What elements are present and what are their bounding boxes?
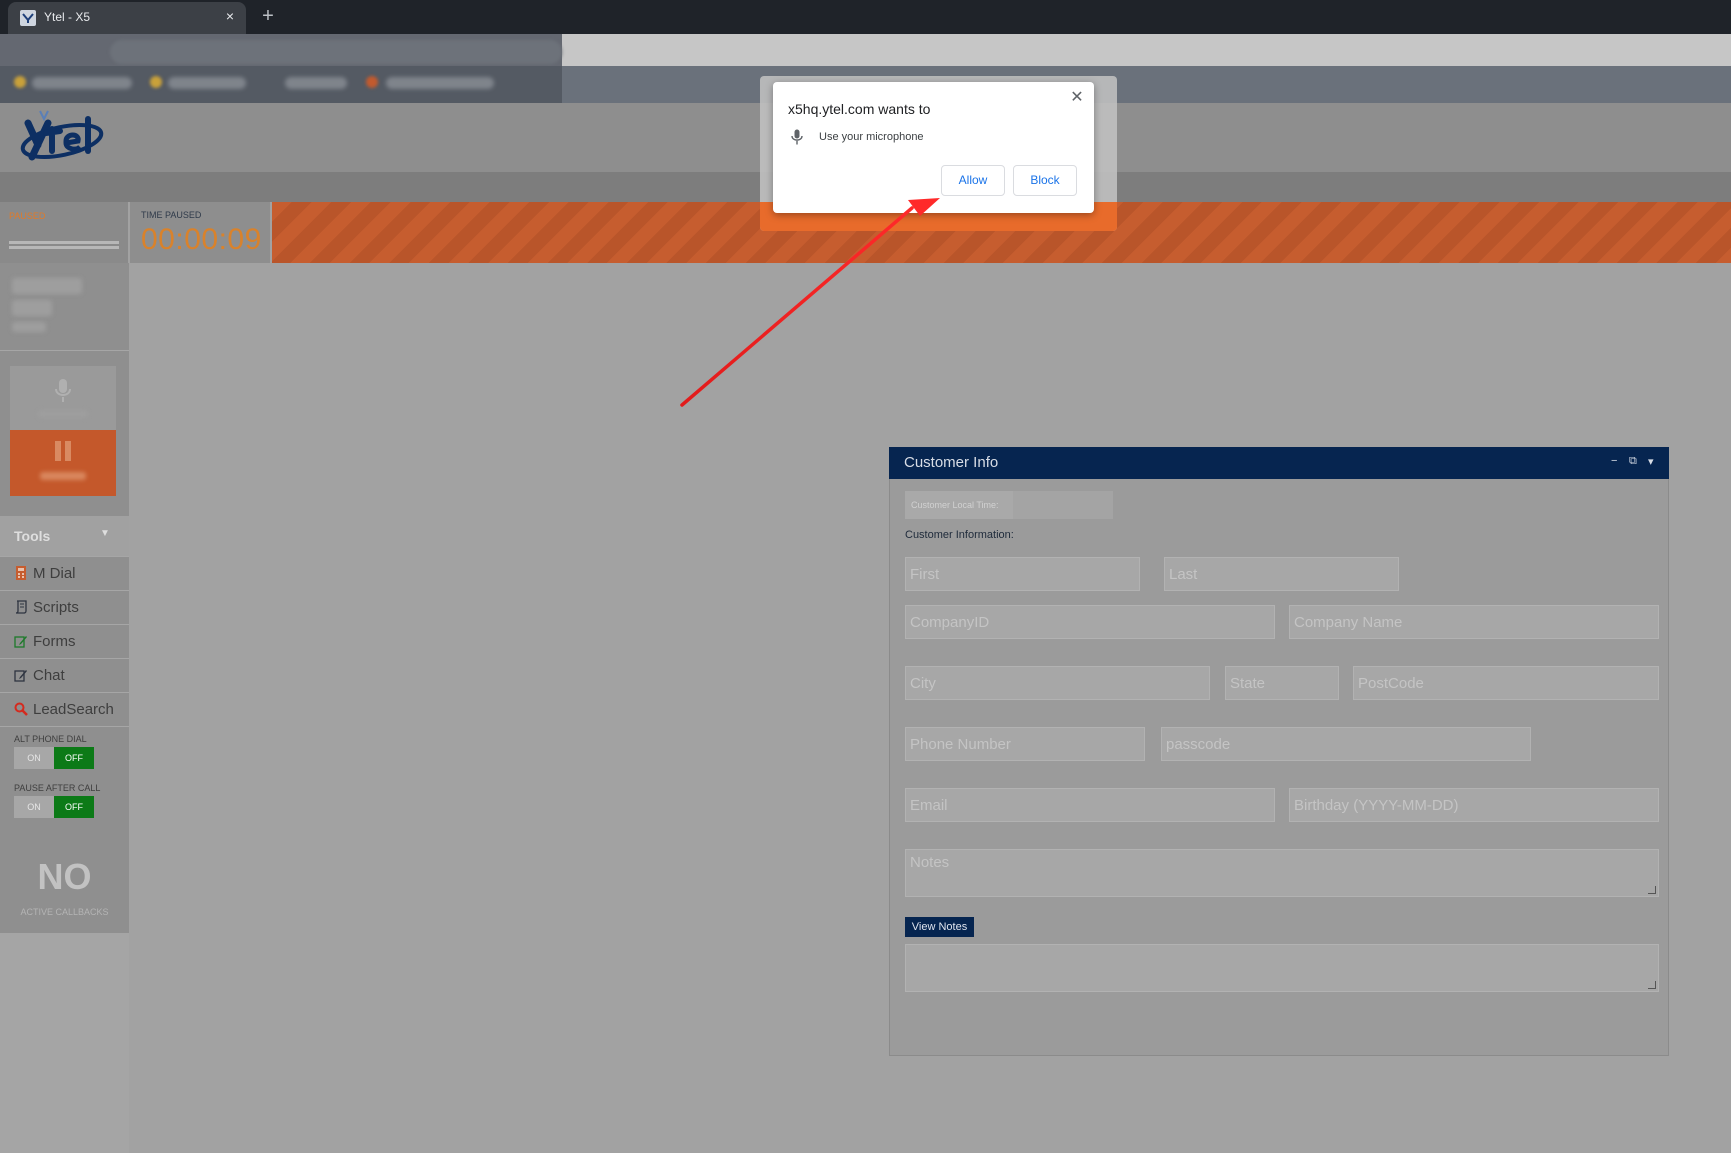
customer-information-label: Customer Information: [905, 529, 1014, 541]
resize-handle-icon[interactable] [1648, 886, 1656, 894]
sidebar-divider [0, 350, 129, 351]
sidebar-item-mdial[interactable]: M Dial [0, 556, 129, 590]
toggle-on-option[interactable]: ON [14, 796, 54, 818]
bookmark-favicon-icon [366, 76, 378, 88]
customer-info-title: Customer Info [904, 454, 999, 471]
sidebar-item-label: LeadSearch [33, 701, 114, 718]
chat-edit-icon [14, 670, 27, 682]
block-button[interactable]: Block [1013, 165, 1077, 196]
view-notes-area[interactable] [905, 944, 1659, 992]
ytel-favicon-icon [20, 10, 36, 26]
minimize-icon[interactable]: − [1611, 455, 1617, 467]
customer-local-time-label: Customer Local Time: [905, 491, 1013, 519]
pause-icon [55, 441, 71, 461]
alt-phone-dial-label: ALT PHONE DIAL [14, 734, 87, 744]
toggle-on-option[interactable]: ON [14, 747, 54, 769]
pause-button[interactable] [10, 430, 116, 496]
browser-tab[interactable]: Ytel - X5 × [8, 2, 246, 34]
bookmark-favicon-icon [150, 76, 162, 88]
company-id-field[interactable] [905, 605, 1275, 639]
time-paused-value: 00:00:09 [141, 223, 262, 256]
search-icon [14, 702, 28, 716]
sidebar-item-chat[interactable]: Chat [0, 658, 129, 692]
popout-icon[interactable]: ⧉ [1629, 455, 1637, 468]
pause-after-call-toggle[interactable]: ON OFF [14, 796, 94, 818]
status-indicator-line [9, 246, 119, 249]
sidebar-item-label: M Dial [33, 565, 76, 582]
bookmark-favicon-icon [14, 76, 26, 88]
dialog-title: x5hq.ytel.com wants to [788, 101, 931, 117]
microphone-icon [55, 379, 71, 402]
pause-after-call-label: PAUSE AFTER CALL [14, 783, 101, 793]
tools-label: Tools [14, 528, 51, 544]
sidebar-item-leadsearch[interactable]: LeadSearch [0, 692, 129, 726]
toggle-off-option[interactable]: OFF [54, 796, 94, 818]
alt-phone-dial-toggle[interactable]: ON OFF [14, 747, 94, 769]
status-indicator-line [9, 241, 119, 244]
customer-local-time-value [1013, 491, 1113, 519]
microphone-icon [791, 129, 803, 145]
bookmark-item[interactable] [168, 77, 246, 89]
calculator-icon [16, 566, 26, 580]
state-field[interactable] [1225, 666, 1339, 700]
sidebar-item-scripts[interactable]: Scripts [0, 590, 129, 624]
company-name-field[interactable] [1289, 605, 1659, 639]
sidebar-footer [0, 933, 129, 1153]
sidebar-item-label: Scripts [33, 599, 79, 616]
form-edit-icon [14, 636, 27, 648]
postcode-field[interactable] [1353, 666, 1659, 700]
city-field[interactable] [905, 666, 1210, 700]
birthday-field[interactable] [1289, 788, 1659, 822]
notes-field[interactable] [905, 849, 1659, 897]
callbacks-label: ACTIVE CALLBACKS [20, 907, 109, 917]
resize-handle-icon[interactable] [1648, 981, 1656, 989]
scroll-icon [15, 600, 27, 614]
mic-button[interactable] [10, 366, 116, 430]
address-bar[interactable] [110, 40, 562, 64]
allow-button[interactable]: Allow [941, 165, 1005, 196]
customer-info-header [889, 447, 1669, 479]
callbacks-count: NO [37, 856, 92, 897]
dialog-permission-text: Use your microphone [819, 131, 924, 143]
tab-title: Ytel - X5 [44, 10, 91, 24]
passcode-field[interactable] [1161, 727, 1531, 761]
time-paused-label: TIME PAUSED [141, 210, 202, 220]
chevron-down-icon[interactable]: ▼ [100, 528, 110, 539]
email-field[interactable] [905, 788, 1275, 822]
bookmark-item[interactable] [285, 77, 347, 89]
sidebar-item-forms[interactable]: Forms [0, 624, 129, 658]
view-notes-button[interactable]: View Notes [905, 917, 974, 937]
tab-close-icon[interactable]: × [222, 8, 238, 24]
chevron-down-icon[interactable]: ▾ [1648, 455, 1654, 468]
bookmark-item[interactable] [386, 77, 494, 89]
phone-number-field[interactable] [905, 727, 1145, 761]
toggle-off-option[interactable]: OFF [54, 747, 94, 769]
bookmark-item[interactable] [32, 77, 132, 89]
new-tab-button[interactable]: + [258, 6, 278, 26]
sidebar-item-label: Forms [33, 633, 76, 650]
last-name-field[interactable] [1164, 557, 1399, 591]
first-name-field[interactable] [905, 557, 1140, 591]
status-paused-label: PAUSED [9, 211, 46, 221]
sidebar-divider [0, 726, 129, 727]
agent-name-blurred [12, 276, 102, 336]
ytel-logo [18, 105, 108, 163]
close-icon[interactable]: ✕ [1068, 89, 1086, 107]
sidebar-item-label: Chat [33, 667, 65, 684]
